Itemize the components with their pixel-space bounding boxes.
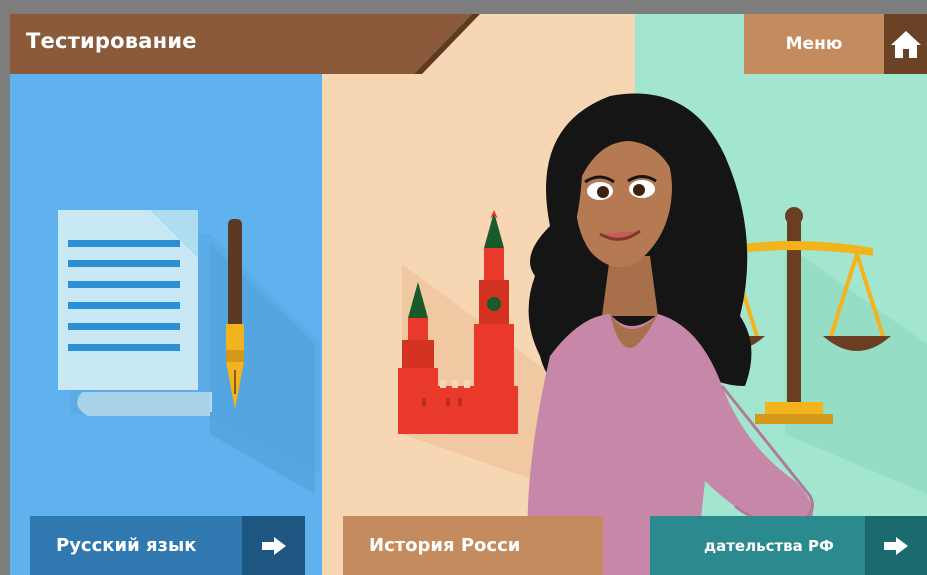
home-icon (890, 31, 921, 58)
subject-button-law[interactable]: дательства РФ (650, 516, 927, 575)
subject-button-russian[interactable]: Русский язык (30, 516, 305, 575)
testing-screen: Тестирование Меню Русский язык История Р… (10, 14, 927, 575)
arrow-right-icon (865, 516, 927, 575)
subject-label: Русский язык (30, 516, 242, 575)
subject-label: дательства РФ (650, 516, 865, 575)
document-pen-icon (58, 210, 320, 494)
subject-label: История Росси (343, 516, 603, 575)
subject-button-history[interactable]: История Росси (343, 516, 603, 575)
menu-button[interactable]: Меню (744, 14, 884, 74)
home-button[interactable] (884, 14, 927, 74)
page-title: Тестирование (26, 29, 197, 53)
menu-button-label: Меню (785, 34, 843, 54)
woman-character-illustration (527, 93, 814, 575)
app-window: Тестирование Меню Русский язык История Р… (0, 0, 927, 575)
arrow-right-icon (242, 516, 305, 575)
russian-language-panel[interactable] (10, 14, 322, 575)
